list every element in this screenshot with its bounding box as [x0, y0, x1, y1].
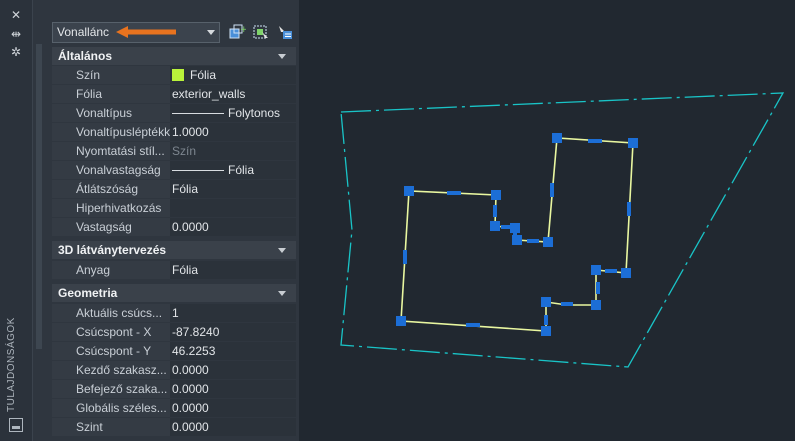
property-row-hyperlink[interactable]: Hiperhivatkozás — [52, 199, 296, 218]
property-row-current-vertex[interactable]: Aktuális csúcs... 1 — [52, 304, 296, 323]
property-label: Hiperhivatkozás — [52, 199, 170, 217]
chevron-down-icon — [278, 291, 286, 296]
property-row-global-width[interactable]: Globális széles... 0.0000 — [52, 399, 296, 418]
property-row-end-width[interactable]: Befejező szaka... 0.0000 — [52, 380, 296, 399]
lineweight-preview — [172, 170, 224, 171]
property-value[interactable]: 0.0000 — [170, 418, 296, 436]
property-value[interactable]: Fólia — [170, 180, 296, 198]
property-row-elevation[interactable]: Szint 0.0000 — [52, 418, 296, 437]
chevron-down-icon — [278, 54, 286, 59]
object-selector-row: Vonallánc + — [52, 22, 296, 44]
property-value[interactable]: exterior_walls — [170, 85, 296, 103]
object-type-value: Vonallánc — [57, 25, 110, 39]
svg-text:+: + — [240, 25, 246, 35]
property-value[interactable]: -87.8240 — [170, 323, 296, 341]
orange-arrow-annotation — [116, 26, 176, 38]
palette-title: TULAJDONSÁGOK — [6, 317, 17, 412]
property-value[interactable]: 1.0000 — [170, 123, 296, 141]
property-label: Szín — [52, 66, 170, 84]
chevron-down-icon — [207, 30, 215, 35]
property-row-lineweight[interactable]: Vonalvastagság Fólia — [52, 161, 296, 180]
property-value[interactable]: 0.0000 — [170, 380, 296, 398]
polyline-grips[interactable] — [396, 133, 638, 336]
property-label: Csúcspont - X — [52, 323, 170, 341]
panel-icon[interactable] — [9, 418, 23, 432]
property-label: Globális széles... — [52, 399, 170, 417]
select-objects-icon[interactable] — [252, 24, 270, 40]
palette-title-bar: ✕ ⇹ ✲ TULAJDONSÁGOK — [0, 0, 33, 441]
toggle-pickadd-icon[interactable]: + — [228, 24, 248, 40]
property-label: Aktuális csúcs... — [52, 304, 170, 322]
property-value[interactable]: 46.2253 — [170, 342, 296, 360]
property-row-linetype-scale[interactable]: Vonaltípusléptékk 1.0000 — [52, 123, 296, 142]
property-label: Vonalvastagság — [52, 161, 170, 179]
property-row-thickness[interactable]: Vastagság 0.0000 — [52, 218, 296, 237]
property-value[interactable]: Folytonos — [170, 104, 296, 122]
quick-select-icon[interactable] — [276, 24, 294, 40]
settings-icon[interactable]: ✲ — [7, 45, 25, 59]
property-label: Fólia — [52, 85, 170, 103]
section-3d-title: 3D látványtervezés — [58, 243, 167, 257]
property-value[interactable]: 0.0000 — [170, 218, 296, 236]
section-geometry-header[interactable]: Geometria — [52, 284, 296, 302]
property-row-vertex-y[interactable]: Csúcspont - Y 46.2253 — [52, 342, 296, 361]
drawing-canvas[interactable] — [300, 0, 795, 441]
property-value[interactable] — [170, 199, 296, 217]
property-row-start-width[interactable]: Kezdő szakasz... 0.0000 — [52, 361, 296, 380]
color-swatch — [172, 69, 184, 81]
property-row-linetype[interactable]: Vonaltípus Folytonos — [52, 104, 296, 123]
section-3d-header[interactable]: 3D látványtervezés — [52, 241, 296, 259]
property-label: Anyag — [52, 261, 170, 279]
pin-icon[interactable]: ⇹ — [7, 27, 25, 41]
property-value[interactable]: 1 — [170, 304, 296, 322]
property-row-layer[interactable]: Fólia exterior_walls — [52, 85, 296, 104]
linetype-value: Folytonos — [228, 106, 281, 120]
property-label: Vonaltípusléptékk — [52, 123, 170, 141]
property-row-material[interactable]: Anyag Fólia — [52, 261, 296, 280]
property-row-plot-style[interactable]: Nyomtatási stíl... Szín — [52, 142, 296, 161]
property-label: Vastagság — [52, 218, 170, 236]
color-value: Fólia — [190, 68, 217, 82]
property-value[interactable]: Fólia — [170, 261, 296, 279]
property-value[interactable]: Fólia — [170, 66, 296, 84]
chevron-down-icon — [278, 248, 286, 253]
property-row-transparency[interactable]: Átlátszóság Fólia — [52, 180, 296, 199]
property-value[interactable]: 0.0000 — [170, 399, 296, 417]
property-label: Szint — [52, 418, 170, 436]
property-label: Vonaltípus — [52, 104, 170, 122]
section-general-header[interactable]: Általános — [52, 47, 296, 65]
section-general-title: Általános — [58, 49, 113, 63]
property-value[interactable]: 0.0000 — [170, 361, 296, 379]
close-icon[interactable]: ✕ — [7, 8, 25, 22]
property-label: Csúcspont - Y — [52, 342, 170, 360]
property-label: Kezdő szakasz... — [52, 361, 170, 379]
property-label: Befejező szaka... — [52, 380, 170, 398]
property-value[interactable]: Fólia — [170, 161, 296, 179]
lineweight-value: Fólia — [228, 163, 255, 177]
property-value: Szín — [170, 142, 296, 160]
linetype-preview — [172, 113, 224, 114]
property-label: Átlátszóság — [52, 180, 170, 198]
section-geometry-title: Geometria — [58, 286, 118, 300]
scrollbar[interactable] — [36, 44, 42, 349]
property-row-color[interactable]: Szín Fólia — [52, 66, 296, 85]
property-label: Nyomtatási stíl... — [52, 142, 170, 160]
property-row-vertex-x[interactable]: Csúcspont - X -87.8240 — [52, 323, 296, 342]
